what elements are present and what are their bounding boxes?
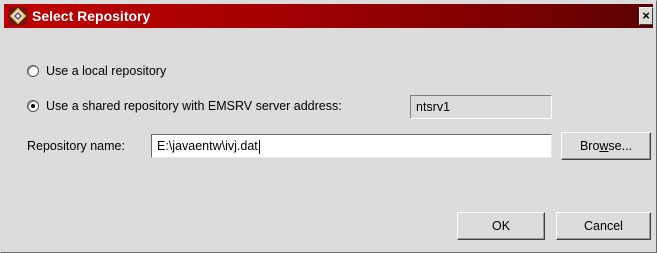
shared-repository-radio[interactable] [27,100,39,112]
app-diamond-icon [8,6,28,26]
shared-repository-label: Use a shared repository with EMSRV serve… [46,99,342,113]
repository-name-label: Repository name: [27,139,125,153]
text-caret [258,139,260,154]
select-repository-dialog: Select Repository × Use a local reposito… [0,0,657,253]
window-title: Select Repository [32,8,151,24]
shared-repository-option[interactable]: Use a shared repository with EMSRV serve… [27,97,342,115]
repository-name-value: E:\javaentw\ivj.dat [157,139,258,153]
ok-button[interactable]: OK [457,212,545,240]
browse-button[interactable]: Browse... [561,132,651,160]
close-icon: × [642,8,650,23]
server-address-field[interactable]: ntsrv1 [410,95,552,119]
repository-name-input[interactable]: E:\javaentw\ivj.dat [151,134,552,158]
local-repository-label: Use a local repository [46,64,167,78]
local-repository-option[interactable]: Use a local repository [27,62,166,80]
local-repository-radio[interactable] [27,65,39,77]
cancel-button[interactable]: Cancel [556,212,651,240]
title-bar[interactable]: Select Repository × [4,4,653,28]
close-button[interactable]: × [639,7,653,25]
